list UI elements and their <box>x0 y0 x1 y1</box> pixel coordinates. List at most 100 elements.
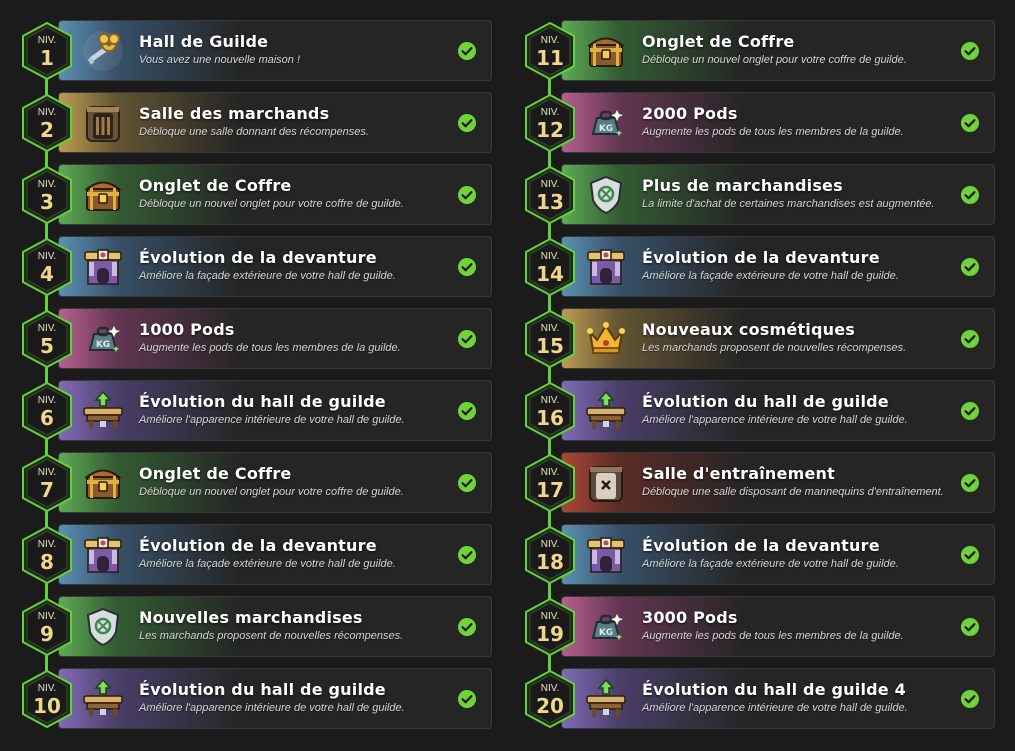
level-prefix: NIV. <box>37 539 57 550</box>
level-reward-row[interactable]: Évolution de la devanture Améliore la faç… <box>523 524 998 585</box>
level-list-right: Onglet de Coffre Débloque un nouvel ongle… <box>523 20 998 729</box>
level-badge: NIV. 19 <box>523 597 577 657</box>
level-badge: NIV. 9 <box>20 597 74 657</box>
weight-bag-icon: KG <box>80 316 126 362</box>
level-reward-row[interactable]: Évolution du hall de guilde Améliore l'ap… <box>20 668 495 729</box>
level-number: 13 <box>536 190 564 214</box>
reward-description: Améliore la façade extérieure de votre h… <box>642 558 899 570</box>
reward-title: Salle des marchands <box>139 104 330 123</box>
reward-description: Améliore la façade extérieure de votre h… <box>139 270 396 282</box>
level-badge: NIV. 14 <box>523 237 577 297</box>
training-room-door-icon <box>583 460 629 506</box>
reward-description: Les marchands proposent de nouvelles réc… <box>139 630 404 642</box>
level-reward-row[interactable]: Onglet de Coffre Débloque un nouvel ongle… <box>20 164 495 225</box>
level-number: 16 <box>536 406 564 430</box>
level-prefix: NIV. <box>37 251 57 262</box>
completed-check-icon <box>961 186 979 204</box>
level-number: 17 <box>536 478 564 502</box>
reward-title: Salle d'entraînement <box>642 464 835 483</box>
level-badge: NIV. 1 <box>20 21 74 81</box>
level-badge: NIV. 12 <box>523 93 577 153</box>
level-prefix: NIV. <box>37 611 57 622</box>
reward-title: Évolution du hall de guilde <box>642 392 889 411</box>
level-badge: NIV. 3 <box>20 165 74 225</box>
reward-description: Débloque un nouvel onglet pour votre cof… <box>642 54 907 66</box>
chest-icon <box>80 172 126 218</box>
reward-description: Augmente les pods de tous les membres de… <box>642 630 904 642</box>
reward-description: Améliore la façade extérieure de votre h… <box>139 558 396 570</box>
completed-check-icon <box>961 114 979 132</box>
level-badge: NIV. 20 <box>523 669 577 729</box>
reward-title: Évolution de la devanture <box>139 248 377 267</box>
completed-check-icon <box>458 618 476 636</box>
crown-icon <box>583 316 629 362</box>
svg-text:KG: KG <box>599 628 613 638</box>
completed-check-icon <box>458 474 476 492</box>
level-reward-row[interactable]: Salle d'entraînement Débloque une salle d… <box>523 452 998 513</box>
reward-description: Améliore l'apparence intérieure de votre… <box>139 702 405 714</box>
completed-check-icon <box>458 186 476 204</box>
level-reward-row[interactable]: Plus de marchandises La limite d'achat de… <box>523 164 998 225</box>
level-reward-row[interactable]: Salle des marchands Débloque une salle do… <box>20 92 495 153</box>
level-prefix: NIV. <box>37 395 57 406</box>
reward-description: Vous avez une nouvelle maison ! <box>139 54 301 66</box>
level-reward-row[interactable]: Évolution du hall de guilde Améliore l'ap… <box>20 380 495 441</box>
completed-check-icon <box>961 474 979 492</box>
completed-check-icon <box>961 330 979 348</box>
level-badge: NIV. 10 <box>20 669 74 729</box>
level-reward-row[interactable]: Évolution de la devanture Améliore la faç… <box>20 236 495 297</box>
rewards-column-right: Onglet de Coffre Débloque un nouvel ongle… <box>523 20 998 740</box>
reward-title: Évolution du hall de guilde <box>139 392 386 411</box>
level-number: 10 <box>33 694 61 718</box>
level-prefix: NIV. <box>540 467 560 478</box>
reward-title: Onglet de Coffre <box>139 464 292 483</box>
level-number: 12 <box>536 118 564 142</box>
level-reward-row[interactable]: Évolution de la devanture Améliore la faç… <box>20 524 495 585</box>
level-number: 2 <box>40 118 54 142</box>
level-reward-row[interactable]: Onglet de Coffre Débloque un nouvel ongle… <box>20 452 495 513</box>
merchandise-shield-icon <box>583 172 629 218</box>
completed-check-icon <box>961 42 979 60</box>
level-reward-row[interactable]: Nouveaux cosmétiques Les marchands propos… <box>523 308 998 369</box>
level-reward-row[interactable]: KG 1000 Pods Augmente les pods de tous les… <box>20 308 495 369</box>
level-reward-row[interactable]: Évolution du hall de guilde Améliore l'ap… <box>523 380 998 441</box>
merchant-room-door-icon <box>80 100 126 146</box>
chest-icon <box>80 460 126 506</box>
guild-key-icon <box>80 28 126 74</box>
reward-title: 2000 Pods <box>642 104 738 123</box>
level-number: 4 <box>40 262 54 286</box>
reward-title: Évolution du hall de guilde 4 <box>642 680 906 699</box>
level-prefix: NIV. <box>540 611 560 622</box>
level-reward-row[interactable]: Onglet de Coffre Débloque un nouvel ongle… <box>523 20 998 81</box>
completed-check-icon <box>961 618 979 636</box>
level-reward-row[interactable]: Évolution de la devanture Améliore la faç… <box>523 236 998 297</box>
level-badge: NIV. 15 <box>523 309 577 369</box>
level-prefix: NIV. <box>37 179 57 190</box>
reward-title: Plus de marchandises <box>642 176 843 195</box>
reward-title: 1000 Pods <box>139 320 235 339</box>
reward-description: Débloque une salle disposant de mannequi… <box>642 486 944 498</box>
level-badge: NIV. 6 <box>20 381 74 441</box>
level-reward-row[interactable]: Nouvelles marchandises Les marchands prop… <box>20 596 495 657</box>
weight-bag-icon: KG <box>583 100 629 146</box>
reward-description: Débloque un nouvel onglet pour votre cof… <box>139 486 404 498</box>
level-badge: NIV. 8 <box>20 525 74 585</box>
reward-title: Évolution de la devanture <box>642 248 880 267</box>
reward-title: Nouvelles marchandises <box>139 608 363 627</box>
completed-check-icon <box>961 546 979 564</box>
level-reward-row[interactable]: KG 3000 Pods Augmente les pods de tous les… <box>523 596 998 657</box>
level-badge: NIV. 2 <box>20 93 74 153</box>
reward-title: Évolution de la devanture <box>139 536 377 555</box>
level-badge: NIV. 7 <box>20 453 74 513</box>
completed-check-icon <box>458 690 476 708</box>
level-prefix: NIV. <box>540 539 560 550</box>
level-number: 8 <box>40 550 54 574</box>
storefront-icon <box>583 532 629 578</box>
level-prefix: NIV. <box>540 323 560 334</box>
level-reward-row[interactable]: Évolution du hall de guilde 4 Améliore l'… <box>523 668 998 729</box>
level-reward-row[interactable]: KG 2000 Pods Augmente les pods de tous les… <box>523 92 998 153</box>
level-reward-row[interactable]: Hall de Guilde Vous avez une nouvelle mai… <box>20 20 495 81</box>
level-prefix: NIV. <box>37 467 57 478</box>
level-prefix: NIV. <box>37 323 57 334</box>
svg-text:KG: KG <box>96 340 110 350</box>
